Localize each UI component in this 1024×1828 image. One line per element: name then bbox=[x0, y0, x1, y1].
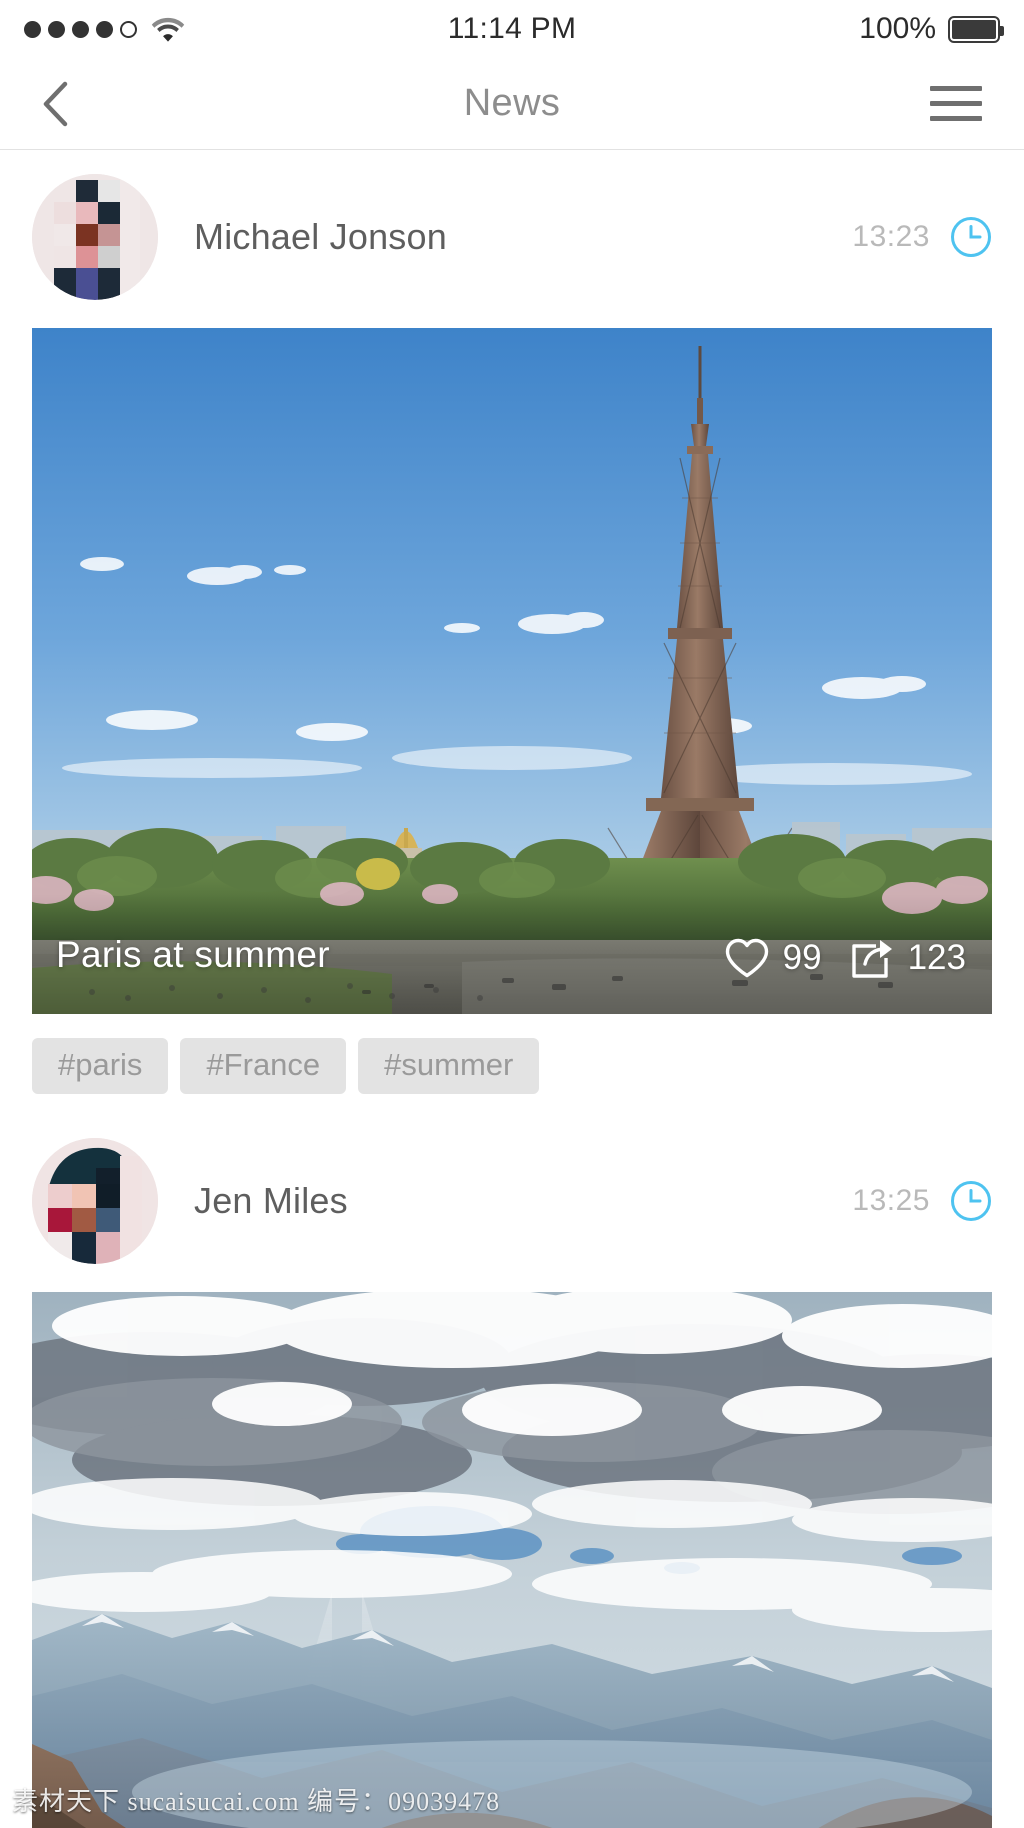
like-button[interactable]: 99 bbox=[723, 936, 822, 980]
signal-dot-empty bbox=[120, 20, 137, 38]
tag-chip[interactable]: #summer bbox=[358, 1038, 540, 1094]
news-feed: Michael Jonson 13:23 Paris at summer 99 … bbox=[0, 150, 1024, 1828]
signal-dot bbox=[48, 20, 65, 38]
wifi-icon bbox=[151, 17, 185, 42]
avatar[interactable] bbox=[32, 174, 158, 300]
eiffel-tower-photo bbox=[32, 328, 992, 1014]
share-count: 123 bbox=[907, 938, 966, 977]
post-meta: 13:25 bbox=[852, 1180, 992, 1222]
post-author-name: Michael Jonson bbox=[194, 216, 447, 257]
chevron-left-icon bbox=[43, 81, 68, 126]
avatar[interactable] bbox=[32, 1138, 158, 1264]
tag-chip[interactable]: #France bbox=[180, 1038, 347, 1094]
source-watermark: 素材天下 sucaisucai.com 编号：09039478 bbox=[12, 1787, 501, 1816]
hamburger-menu-icon bbox=[930, 86, 982, 91]
clock-icon[interactable] bbox=[950, 216, 992, 258]
heart-outline-icon bbox=[725, 938, 768, 978]
mountain-clouds-photo bbox=[32, 1292, 992, 1828]
tag-chip[interactable]: #paris bbox=[32, 1038, 169, 1094]
hamburger-menu-icon bbox=[930, 116, 982, 121]
photo-actions: 99 123 bbox=[723, 936, 966, 980]
post-header: Michael Jonson 13:23 bbox=[0, 150, 1024, 318]
signal-strength-icon bbox=[24, 20, 137, 38]
post-photo[interactable]: Paris at summer 99 123 bbox=[32, 328, 992, 1014]
battery-icon bbox=[948, 15, 1004, 43]
post-item: Michael Jonson 13:23 Paris at summer 99 … bbox=[0, 150, 1024, 1114]
post-item: Jen Miles 13:25 bbox=[0, 1114, 1024, 1828]
share-box-arrow-icon bbox=[851, 940, 892, 978]
post-photo[interactable] bbox=[32, 1292, 992, 1828]
signal-dot bbox=[96, 20, 113, 38]
status-bar-left bbox=[24, 16, 185, 42]
post-header: Jen Miles 13:25 bbox=[0, 1114, 1024, 1282]
nav-bar: News bbox=[0, 58, 1024, 150]
hamburger-menu-button[interactable] bbox=[930, 86, 982, 121]
post-meta: 13:23 bbox=[852, 216, 992, 258]
share-button[interactable]: 123 bbox=[848, 936, 966, 980]
signal-dot bbox=[72, 20, 89, 38]
page-title: News bbox=[463, 82, 561, 124]
status-bar: 11:14 PM 100% bbox=[0, 0, 1024, 58]
phone-screen: 11:14 PM 100% News Michael Jonson 13:23 … bbox=[0, 0, 1024, 1828]
post-timestamp: 13:25 bbox=[852, 1184, 930, 1217]
battery-percent-label: 100% bbox=[859, 12, 936, 45]
tag-list: #paris #France #summer bbox=[0, 1014, 1024, 1114]
hamburger-menu-icon bbox=[930, 101, 982, 106]
signal-dot bbox=[24, 20, 41, 38]
battery-cap bbox=[1000, 25, 1004, 36]
battery-fill bbox=[952, 19, 996, 39]
back-button[interactable] bbox=[42, 76, 86, 132]
post-author-name: Jen Miles bbox=[194, 1180, 348, 1221]
like-count: 99 bbox=[782, 938, 822, 977]
photo-caption: Paris at summer bbox=[56, 934, 330, 975]
clock-icon[interactable] bbox=[950, 1180, 992, 1222]
status-bar-right: 100% bbox=[859, 12, 1004, 46]
post-timestamp: 13:23 bbox=[852, 220, 930, 253]
